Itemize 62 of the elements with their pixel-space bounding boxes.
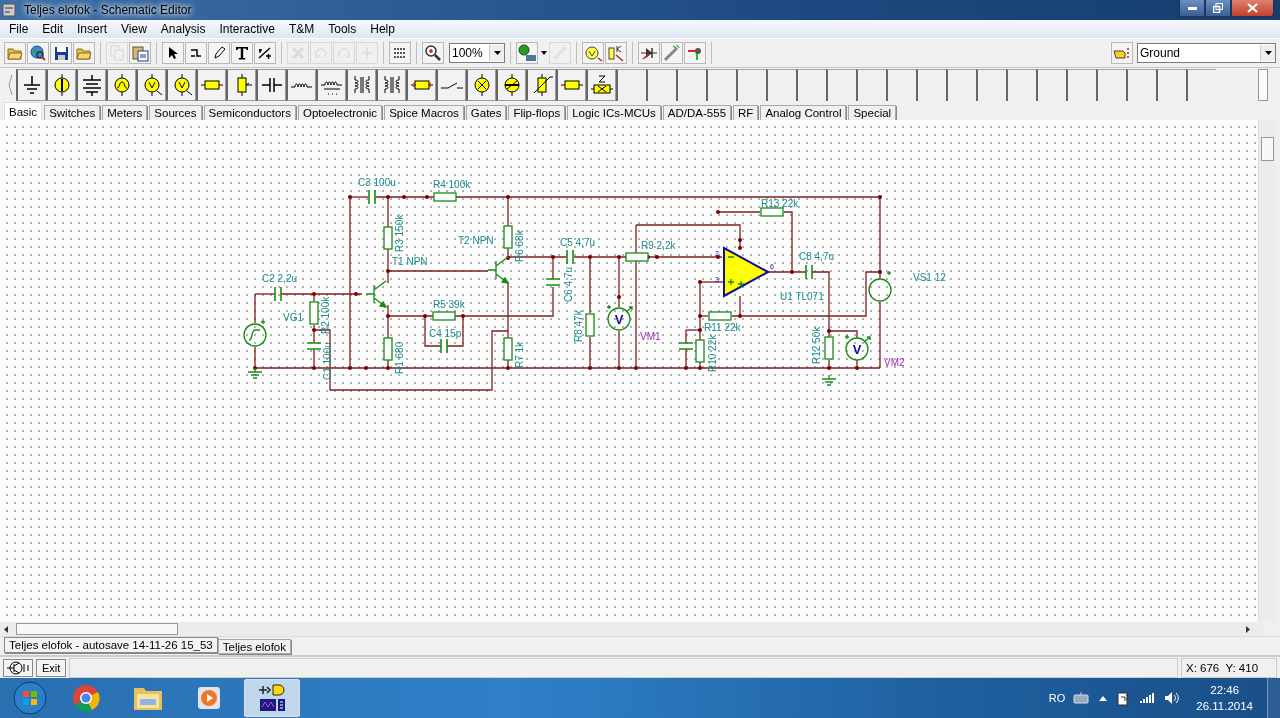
component-tab[interactable]: Special xyxy=(848,105,897,120)
component-label: VG1 xyxy=(283,312,303,323)
component-label: R13 22k xyxy=(761,197,799,209)
zoom-dropdown[interactable]: 100% xyxy=(449,43,505,63)
component-tab[interactable]: Analog Control xyxy=(760,105,847,120)
component-label: C6 4,7u xyxy=(563,266,574,302)
component-tab[interactable]: Meters xyxy=(102,105,148,120)
component-tab[interactable]: Switches xyxy=(44,105,101,120)
component-tab[interactable]: Basic xyxy=(4,102,43,120)
component-label: R10 22k xyxy=(707,334,718,372)
component-tab[interactable]: Logic ICs-MCUs xyxy=(567,105,661,120)
component-tab[interactable]: Semiconductors xyxy=(203,105,296,120)
component-label: VS1 12 xyxy=(913,272,946,283)
menu-item[interactable]: Interactive xyxy=(212,22,282,36)
component-label: C8 4,7u xyxy=(799,251,835,262)
component-label: VM2 xyxy=(884,357,905,368)
component-label: R1 680 xyxy=(394,341,405,374)
component-tab[interactable]: Spice Macros xyxy=(384,105,464,120)
menu-item[interactable]: Analysis xyxy=(153,22,213,36)
exit-button[interactable]: Exit xyxy=(36,658,67,677)
component-label: C4 15p xyxy=(429,328,462,339)
document-tab[interactable]: Teljes elofok - autosave 14-11-26 15_53 xyxy=(4,637,218,653)
menu-item[interactable]: Edit xyxy=(35,22,71,36)
component-label: R12 50k xyxy=(811,326,822,364)
cursor-coordinates: X: 676 Y: 410 xyxy=(1181,657,1277,678)
component-tab[interactable]: RF xyxy=(733,105,759,120)
component-label: C3 100u xyxy=(358,177,396,188)
component-tab[interactable]: Sources xyxy=(149,105,202,120)
menu-item[interactable]: Help xyxy=(363,22,402,36)
clock-time[interactable]: 22:46 xyxy=(1210,682,1240,698)
menu-item[interactable]: T&M xyxy=(281,22,322,36)
component-label: U1 TL071 xyxy=(780,291,824,302)
layer-dropdown[interactable]: Ground xyxy=(1137,43,1276,63)
menu-item[interactable]: Insert xyxy=(70,22,115,36)
component-label: C5 4,7u xyxy=(560,237,596,248)
component-label: VM1 xyxy=(640,331,661,342)
component-label: R8 47k xyxy=(573,310,584,342)
component-tab[interactable]: Gates xyxy=(465,105,507,120)
component-label: T1 NPN xyxy=(392,256,428,267)
component-label: R4 100k xyxy=(433,179,471,190)
component-label: R2 100k xyxy=(320,296,331,334)
component-label: C2 2,2u xyxy=(262,273,298,284)
component-label: R9 2,2k xyxy=(641,240,676,251)
document-tab[interactable]: Teljes elofok xyxy=(217,639,292,654)
menu-item[interactable]: File xyxy=(2,22,36,36)
window-title: Teljes elofok - Schematic Editor xyxy=(23,3,193,17)
component-tab[interactable]: Flip-flops xyxy=(508,105,566,120)
voltmeter-letter: V xyxy=(852,342,862,357)
component-label: T2 NPN xyxy=(458,235,494,246)
component-tab[interactable]: AD/DA-555 xyxy=(662,105,732,120)
clock-date[interactable]: 26.11.2014 xyxy=(1196,698,1253,714)
menu-item[interactable]: View xyxy=(114,22,154,36)
menu-item[interactable]: Tools xyxy=(321,22,364,36)
language-indicator[interactable]: RO xyxy=(1048,692,1066,704)
component-label: R11 22k xyxy=(704,322,741,333)
component-label: R7 1k xyxy=(514,341,525,368)
component-label: R6 68k xyxy=(514,230,525,262)
voltmeter-letter: V xyxy=(614,312,624,327)
component-label: R5 39k xyxy=(433,299,465,310)
component-label: C1 100u xyxy=(322,342,333,380)
component-label: R3 150k xyxy=(394,214,405,252)
component-tab[interactable]: Optoelectronic xyxy=(297,105,383,120)
